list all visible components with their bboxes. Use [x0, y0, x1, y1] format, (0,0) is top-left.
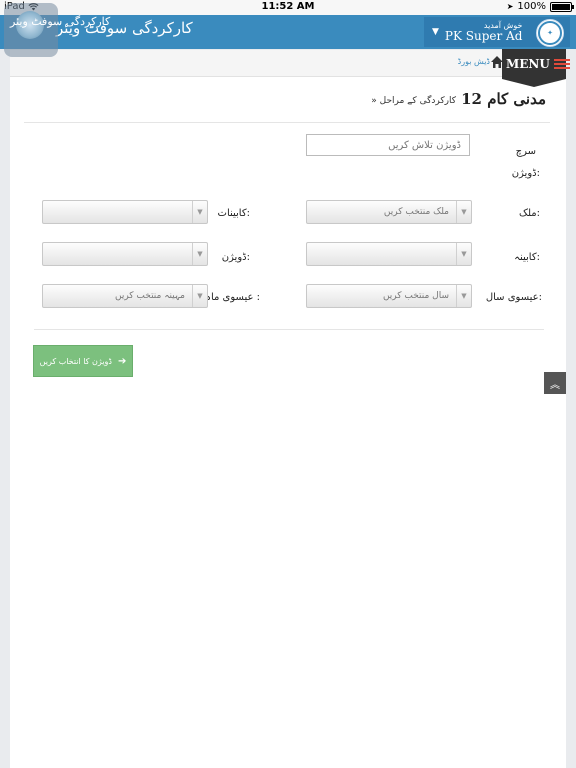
division-select[interactable]: ▼	[42, 242, 208, 266]
country-label: ملک:	[519, 208, 540, 219]
status-time: 11:52 AM	[261, 1, 315, 12]
status-bar: iPad 11:52 AM ➤ 100%	[0, 0, 576, 15]
division-search-input[interactable]	[306, 134, 470, 156]
main-card: ڈیش بورڈ MENU 12 مدنی کام » کارکردگی کے …	[10, 49, 570, 768]
user-info: خوش آمدید PK Super Ad	[444, 22, 523, 43]
breadcrumb-dashboard-link[interactable]: ڈیش بورڈ	[458, 57, 490, 66]
month-select-value: مہینہ منتخب کریں	[114, 291, 185, 301]
country-select[interactable]: ملک منتخب کریں ▼	[306, 200, 472, 224]
year-select-value: سال منتخب کریں	[382, 291, 449, 301]
select-division-button[interactable]: ڈویژن کا انتخاب کریں ➔	[33, 345, 133, 377]
menu-label: MENU	[506, 57, 550, 71]
breadcrumb: ڈیش بورڈ MENU	[10, 49, 570, 87]
logo[interactable]: کارکردگی سوفٹ ویئر	[4, 3, 110, 57]
hamburger-icon	[553, 59, 570, 69]
search-label: سرچ	[515, 146, 536, 157]
menu-button[interactable]: MENU	[502, 49, 570, 87]
organization-seal-icon: ✦	[538, 21, 562, 45]
division-label: ڈویژن:	[511, 168, 540, 179]
chevron-down-icon: ▼	[456, 201, 471, 223]
continent-select[interactable]: ▼	[42, 200, 208, 224]
country-select-value: ملک منتخب کریں	[383, 207, 449, 217]
year-label: عیسوی سال:	[485, 292, 542, 303]
cabinet-select[interactable]: ▼	[306, 242, 472, 266]
caret-down-icon[interactable]: ▼	[432, 27, 439, 37]
battery-icon	[550, 1, 574, 12]
scroll-to-top-button[interactable]: ︽	[544, 372, 566, 394]
cabinet-label: کابینہ:	[514, 252, 540, 263]
status-right: ➤ 100%	[506, 1, 574, 12]
avatar[interactable]: ✦	[536, 19, 564, 47]
month-label: عیسوی ماہ :	[205, 292, 260, 303]
location-icon: ➤	[506, 2, 514, 11]
battery-percent: 100%	[517, 1, 546, 12]
divider	[24, 122, 550, 123]
logo-text: کارکردگی سوفٹ ویئر	[10, 15, 111, 28]
double-chevron-up-icon: ︽	[550, 379, 560, 391]
continent-label: کابینات:	[217, 208, 250, 219]
submit-button-label: ڈویژن کا انتخاب کریں	[39, 356, 112, 366]
arrow-right-icon: ➔	[117, 355, 127, 367]
page-subtitle: » کارکردگی کے مراحل	[371, 96, 456, 106]
year-select[interactable]: سال منتخب کریں ▼	[306, 284, 472, 308]
username: PK Super Ad	[444, 29, 523, 43]
chevron-down-icon: ▼	[456, 285, 471, 307]
user-menu[interactable]: ▼ خوش آمدید PK Super Ad ✦	[424, 17, 570, 47]
divider	[34, 329, 544, 330]
chevron-down-icon: ▼	[192, 201, 207, 223]
chevron-down-icon: ▼	[192, 285, 207, 307]
page-title: 12 مدنی کام	[461, 90, 546, 108]
division-select-label: ڈویژن:	[221, 252, 250, 263]
month-select[interactable]: مہینہ منتخب کریں ▼	[42, 284, 208, 308]
chevron-down-icon: ▼	[192, 243, 207, 265]
chevron-down-icon: ▼	[456, 243, 471, 265]
